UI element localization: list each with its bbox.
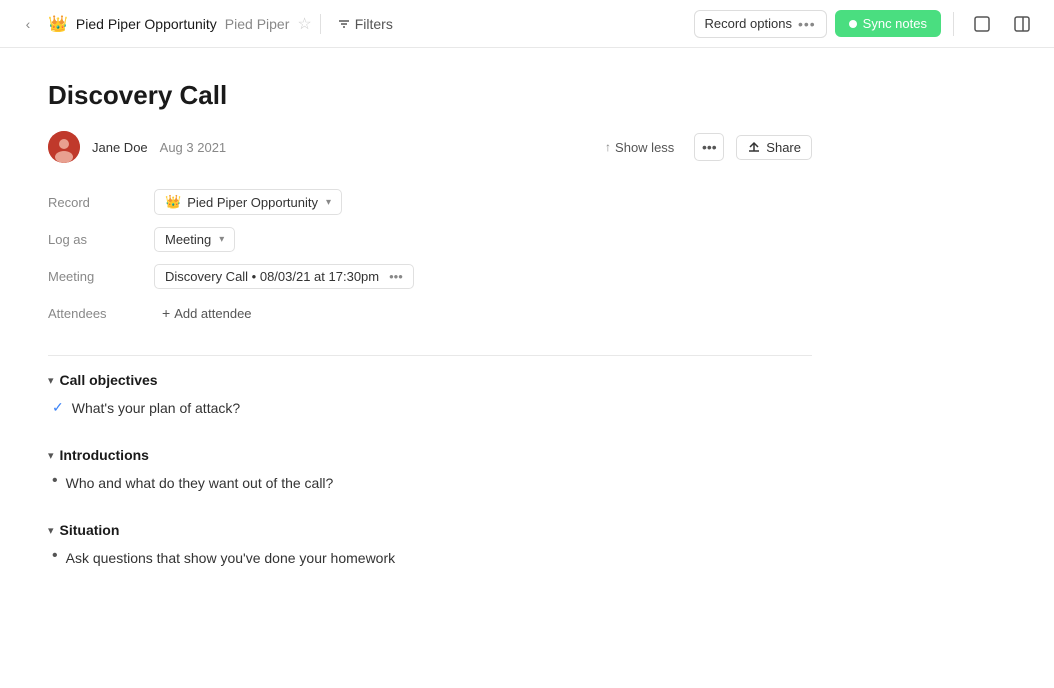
sync-dot-icon	[849, 20, 857, 28]
more-dots-icon: •••	[702, 139, 717, 155]
attendees-label: Attendees	[48, 306, 138, 321]
bullet-dot-icon: •	[52, 472, 58, 490]
content-section-introductions: ▾ Introductions• Who and what do they want…	[48, 447, 812, 494]
nav-left: ‹ 👑 Pied Piper Opportunity Pied Piper ☆ …	[16, 12, 401, 36]
panel-single-icon	[973, 15, 991, 33]
sync-notes-button[interactable]: Sync notes	[835, 10, 941, 37]
breadcrumb-sub: Pied Piper	[225, 16, 290, 32]
sync-label: Sync notes	[863, 16, 927, 31]
breadcrumb-main[interactable]: Pied Piper Opportunity	[76, 16, 217, 32]
section-title: Call objectives	[60, 372, 158, 388]
avatar	[48, 131, 80, 163]
share-button[interactable]: Share	[736, 135, 812, 160]
fields-section: Record 👑 Pied Piper Opportunity ▾ Log as…	[48, 183, 812, 331]
record-field-row: Record 👑 Pied Piper Opportunity ▾	[48, 183, 812, 221]
filter-icon	[337, 17, 351, 31]
item-text: What's your plan of attack?	[72, 398, 240, 419]
share-icon	[747, 140, 761, 154]
panel-split-button[interactable]	[1006, 8, 1038, 40]
log-as-badge[interactable]: Meeting ▾	[154, 227, 235, 252]
nav-separator	[953, 12, 954, 36]
add-attendee-label: Add attendee	[174, 306, 251, 321]
plus-icon: +	[162, 305, 170, 321]
up-arrow-icon: ↑	[605, 140, 611, 154]
page-title: Discovery Call	[48, 80, 812, 111]
nav-right: Record options ••• Sync notes	[694, 8, 1039, 40]
share-label: Share	[766, 140, 801, 155]
crown-icon: 👑	[48, 14, 68, 34]
sections-container: ▾ Call objectives ✓ What's your plan of att…	[48, 372, 812, 569]
record-crown-icon: 👑	[165, 194, 181, 210]
record-badge[interactable]: 👑 Pied Piper Opportunity ▾	[154, 189, 342, 215]
record-label: Record	[48, 195, 138, 210]
main-content: Discovery Call Jane Doe Aug 3 2021 ↑ Sho…	[0, 48, 860, 688]
filters-label: Filters	[355, 16, 393, 32]
attendees-field-row: Attendees + Add attendee	[48, 295, 812, 331]
content-section-situation: ▾ Situation• Ask questions that show you'v…	[48, 522, 812, 569]
meta-date: Aug 3 2021	[160, 140, 227, 155]
item-text: Ask questions that show you've done your…	[66, 548, 396, 569]
add-attendee-button[interactable]: + Add attendee	[154, 301, 260, 325]
content-section-call-objectives: ▾ Call objectives ✓ What's your plan of att…	[48, 372, 812, 419]
section-title: Introductions	[60, 447, 149, 463]
log-as-value: Meeting ▾	[154, 227, 235, 252]
section-divider	[48, 355, 812, 356]
triangle-icon: ▾	[48, 374, 54, 387]
meta-row: Jane Doe Aug 3 2021 ↑ Show less ••• Shar…	[48, 131, 812, 163]
star-icon[interactable]: ☆	[297, 14, 311, 34]
nav-divider	[320, 14, 321, 34]
triangle-icon: ▾	[48, 524, 54, 537]
record-chevron-icon: ▾	[326, 197, 331, 208]
section-header-situation[interactable]: ▾ Situation	[48, 522, 812, 538]
record-options-button[interactable]: Record options •••	[694, 10, 827, 38]
attendees-value: + Add attendee	[154, 301, 260, 325]
meeting-label: Meeting	[48, 269, 138, 284]
record-badge-text: Pied Piper Opportunity	[187, 195, 318, 210]
record-value: 👑 Pied Piper Opportunity ▾	[154, 189, 342, 215]
log-as-label: Log as	[48, 232, 138, 247]
bullet-item: • Who and what do they want out of the ca…	[48, 473, 812, 494]
record-options-label: Record options	[705, 16, 792, 31]
log-as-chevron-icon: ▾	[219, 234, 224, 245]
meeting-field-badge[interactable]: Discovery Call • 08/03/21 at 17:30pm •••	[154, 264, 414, 289]
log-as-field-row: Log as Meeting ▾	[48, 221, 812, 258]
more-options-button[interactable]: •••	[694, 133, 724, 161]
triangle-icon: ▾	[48, 449, 54, 462]
bullet-item: • Ask questions that show you've done you…	[48, 548, 812, 569]
panel-split-icon	[1013, 15, 1031, 33]
back-button[interactable]: ‹	[16, 12, 40, 36]
section-title: Situation	[60, 522, 120, 538]
show-less-button[interactable]: ↑ Show less	[597, 136, 682, 159]
meeting-value: Discovery Call • 08/03/21 at 17:30pm •••	[154, 264, 414, 289]
log-as-text: Meeting	[165, 232, 211, 247]
top-nav: ‹ 👑 Pied Piper Opportunity Pied Piper ☆ …	[0, 0, 1054, 48]
filters-button[interactable]: Filters	[329, 12, 401, 36]
item-text: Who and what do they want out of the cal…	[66, 473, 334, 494]
show-less-label: Show less	[615, 140, 674, 155]
meeting-field-text: Discovery Call • 08/03/21 at 17:30pm	[165, 269, 379, 284]
meeting-field-row: Meeting Discovery Call • 08/03/21 at 17:…	[48, 258, 812, 295]
avatar-image	[48, 131, 80, 163]
author-name: Jane Doe	[92, 140, 148, 155]
section-header-call-objectives[interactable]: ▾ Call objectives	[48, 372, 812, 388]
meeting-dots-icon: •••	[389, 269, 403, 284]
check-item: ✓ What's your plan of attack?	[48, 398, 812, 419]
section-header-introductions[interactable]: ▾ Introductions	[48, 447, 812, 463]
panel-single-button[interactable]	[966, 8, 998, 40]
dots-icon: •••	[798, 16, 816, 32]
check-icon: ✓	[52, 399, 64, 416]
bullet-dot-icon: •	[52, 547, 58, 565]
